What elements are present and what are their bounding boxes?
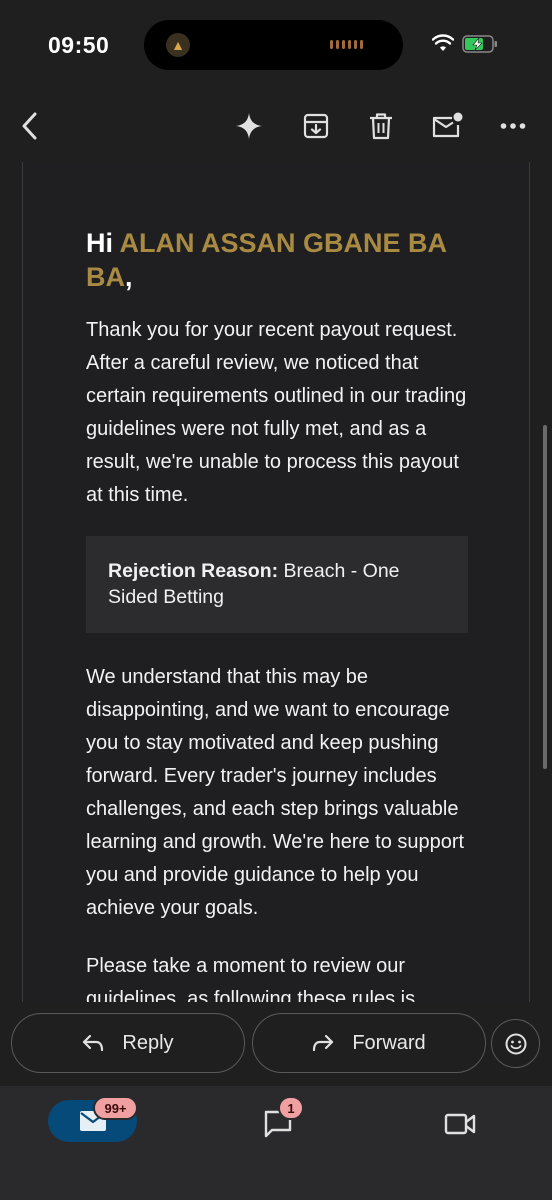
more-button[interactable]	[491, 104, 535, 148]
back-button[interactable]	[8, 104, 52, 148]
greeting: Hi ALAN ASSAN GBANE BA BA,	[86, 226, 466, 294]
forward-label: Forward	[352, 1031, 426, 1054]
paragraph-3: Please take a moment to review our guide…	[86, 955, 416, 1002]
mark-unread-icon	[432, 112, 463, 138]
sparkle-icon	[236, 113, 262, 139]
rejection-reason-box: Rejection Reason: Breach - One Sided Bet…	[86, 536, 468, 633]
reply-bar: Reply Forward	[0, 1002, 552, 1086]
status-bar: 09:50 ▲	[0, 0, 552, 90]
trash-icon	[370, 113, 392, 140]
archive-button[interactable]	[294, 104, 338, 148]
activity-icon: ▲	[166, 33, 190, 57]
dynamic-island: ▲	[144, 20, 403, 70]
scrollbar[interactable]	[543, 425, 547, 769]
forward-button[interactable]: Forward	[252, 1013, 486, 1073]
nav-meet-tab[interactable]	[440, 1104, 480, 1144]
status-time: 09:50	[48, 32, 110, 58]
mark-unread-button[interactable]	[425, 104, 469, 148]
battery-icon	[462, 35, 497, 53]
wifi-icon	[432, 34, 454, 51]
paragraph-1: Thank you for your recent payout request…	[86, 319, 467, 506]
bottom-nav: 99+ 1	[0, 1086, 552, 1200]
recipient-name: ALAN ASSAN GBANE BA BA	[86, 228, 447, 292]
delete-button[interactable]	[359, 104, 403, 148]
reply-button[interactable]: Reply	[11, 1013, 245, 1073]
chat-unread-badge: 1	[278, 1096, 304, 1120]
more-icon	[500, 123, 526, 129]
rejection-label: Rejection Reason:	[108, 560, 279, 582]
reply-label: Reply	[122, 1031, 174, 1054]
audio-bars-icon	[330, 40, 363, 49]
forward-icon	[313, 1034, 334, 1052]
reply-icon	[83, 1034, 104, 1052]
back-arrow-icon	[22, 112, 37, 140]
emoji-reaction-button[interactable]	[491, 1019, 540, 1068]
email-body: Hi ALAN ASSAN GBANE BA BA, Thank you for…	[22, 162, 530, 1002]
paragraph-2: We understand that this may be disappoin…	[86, 666, 465, 919]
app-bar	[0, 90, 552, 162]
smiley-icon	[505, 1033, 526, 1054]
video-camera-icon	[444, 1113, 476, 1135]
greeting-suffix: ,	[125, 262, 133, 292]
archive-icon	[303, 113, 329, 139]
mail-unread-badge: 99+	[93, 1096, 138, 1120]
ai-summary-button[interactable]	[227, 104, 271, 148]
greeting-prefix: Hi	[86, 228, 120, 258]
